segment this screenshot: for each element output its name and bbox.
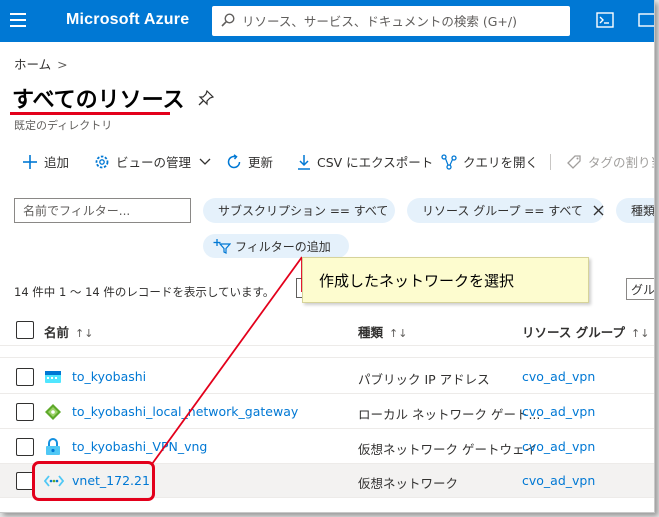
type-filter-label: 種類 bbox=[631, 204, 655, 218]
table-row-partial: ▔▔▔▔▔▔ bbox=[0, 346, 654, 358]
search-input[interactable] bbox=[242, 11, 562, 31]
resource-type: パブリック IP アドレス bbox=[358, 372, 490, 387]
plus-icon bbox=[23, 154, 37, 169]
export-csv-label: CSV にエクスポート bbox=[317, 155, 434, 170]
vpn-gateway-icon bbox=[46, 438, 60, 455]
table-row[interactable]: to_kyobashi_VPN_vng 仮想ネットワーク ゲートウェイ cvo_… bbox=[0, 430, 654, 464]
add-label: 追加 bbox=[44, 155, 70, 170]
top-bar: Microsoft Azure bbox=[0, 0, 655, 42]
manage-view-button[interactable]: ビューの管理 bbox=[94, 152, 211, 171]
add-filter-icon bbox=[213, 239, 231, 254]
close-icon[interactable] bbox=[593, 205, 604, 216]
refresh-label: 更新 bbox=[248, 155, 274, 170]
tag-icon bbox=[567, 154, 581, 169]
menu-icon[interactable] bbox=[10, 13, 26, 27]
resource-group-link[interactable]: cvo_ad_vpn bbox=[522, 473, 595, 488]
annotation-highlight-box bbox=[32, 461, 155, 501]
subscription-filter-pill[interactable]: サブスクリプション == すべて bbox=[203, 198, 395, 223]
query-icon bbox=[441, 153, 457, 170]
record-count: 14 件中 1 ～ 14 件のレコードを表示しています。 bbox=[14, 285, 275, 299]
row-checkbox[interactable] bbox=[16, 368, 34, 386]
refresh-icon bbox=[227, 153, 241, 168]
directory-icon[interactable] bbox=[638, 12, 655, 28]
name-filter-input[interactable] bbox=[14, 198, 191, 223]
column-type[interactable]: 種類 ↑↓ bbox=[358, 322, 407, 341]
page-subtitle: 既定のディレクトリ bbox=[14, 119, 113, 132]
type-filter-pill[interactable]: 種類 bbox=[616, 198, 655, 223]
gear-icon bbox=[95, 155, 109, 168]
row-checkbox[interactable] bbox=[16, 438, 34, 456]
sort-icon: ↑↓ bbox=[630, 327, 650, 340]
resource-group-link[interactable]: cvo_ad_vpn bbox=[522, 369, 595, 384]
table-row[interactable]: to_kyobashi パブリック IP アドレス cvo_ad_vpn bbox=[0, 360, 654, 394]
subscription-filter-label: サブスクリプション == すべて bbox=[218, 204, 389, 218]
resource-name-link[interactable]: to_kyobashi_local_network_gateway bbox=[72, 404, 298, 419]
grouping-dropdown[interactable]: グル bbox=[626, 278, 654, 300]
column-resource-group[interactable]: リソース グループ ↑↓ bbox=[522, 322, 649, 341]
resource-name-link[interactable]: to_kyobashi bbox=[72, 369, 146, 384]
resource-group-link[interactable]: cvo_ad_vpn bbox=[522, 404, 595, 419]
command-bar: 追加 ビューの管理 更新 CSV にエクスポート クエリを開く タグの割り当 bbox=[0, 148, 654, 176]
add-button[interactable]: 追加 bbox=[22, 152, 69, 171]
resource-type: 仮想ネットワーク ゲートウェイ bbox=[358, 442, 537, 457]
download-icon bbox=[298, 154, 310, 170]
export-csv-button[interactable]: CSV にエクスポート bbox=[297, 152, 433, 171]
column-type-label: 種類 bbox=[358, 325, 384, 340]
resource-group-link[interactable]: cvo_ad_vpn bbox=[522, 439, 595, 454]
column-name-label: 名前 bbox=[44, 325, 70, 340]
resource-group-filter-pill[interactable]: リソース グループ == すべて bbox=[407, 198, 604, 223]
open-query-button[interactable]: クエリを開く bbox=[441, 152, 538, 171]
sort-icon: ↑↓ bbox=[75, 327, 94, 340]
breadcrumb: ホーム > bbox=[14, 54, 68, 73]
add-filter-button[interactable]: フィルターの追加 bbox=[203, 234, 349, 258]
brand-title[interactable]: Microsoft Azure bbox=[66, 11, 189, 29]
refresh-button[interactable]: 更新 bbox=[226, 152, 273, 171]
annotation-callout: 作成したネットワークを選択 bbox=[302, 257, 589, 303]
manage-view-label: ビューの管理 bbox=[116, 155, 192, 170]
chevron-right-icon: > bbox=[57, 57, 68, 72]
sort-icon: ↑↓ bbox=[389, 327, 408, 340]
assign-tags-button[interactable]: タグの割り当 bbox=[566, 152, 654, 171]
resource-name-link[interactable]: to_kyobashi_VPN_vng bbox=[72, 439, 207, 454]
table-header: 名前 ↑↓ 種類 ↑↓ リソース グループ ↑↓ bbox=[0, 316, 654, 346]
public-ip-icon bbox=[45, 371, 61, 383]
cloud-shell-icon[interactable] bbox=[596, 12, 614, 28]
add-filter-label: フィルターの追加 bbox=[235, 239, 331, 254]
select-all-checkbox[interactable] bbox=[16, 321, 34, 339]
assign-tags-label: タグの割り当 bbox=[588, 155, 654, 170]
resource-group-filter-label: リソース グループ == すべて bbox=[422, 204, 583, 218]
pin-icon[interactable] bbox=[198, 90, 214, 106]
resource-type: ローカル ネットワーク ゲート... bbox=[358, 407, 541, 422]
title-underline-annotation bbox=[10, 112, 170, 115]
table-row[interactable]: to_kyobashi_local_network_gateway ローカル ネ… bbox=[0, 395, 654, 429]
azure-portal-window: Microsoft Azure ホーム > すべてのリソース 既定のディレクトリ bbox=[0, 0, 655, 513]
open-query-label: クエリを開く bbox=[463, 155, 539, 170]
resource-type: 仮想ネットワーク bbox=[358, 476, 459, 491]
local-network-gateway-icon bbox=[45, 404, 61, 420]
row-checkbox[interactable] bbox=[16, 403, 34, 421]
column-name[interactable]: 名前 ↑↓ bbox=[44, 322, 93, 341]
row-fragment: ▔▔▔▔▔▔ bbox=[70, 346, 121, 354]
search-icon bbox=[221, 13, 235, 27]
toolbar-divider bbox=[550, 154, 551, 170]
page-title: すべてのリソース bbox=[12, 88, 185, 113]
column-resource-group-label: リソース グループ bbox=[522, 325, 625, 340]
global-search[interactable] bbox=[212, 6, 570, 36]
breadcrumb-home[interactable]: ホーム bbox=[14, 57, 51, 72]
chevron-down-icon bbox=[199, 158, 211, 165]
